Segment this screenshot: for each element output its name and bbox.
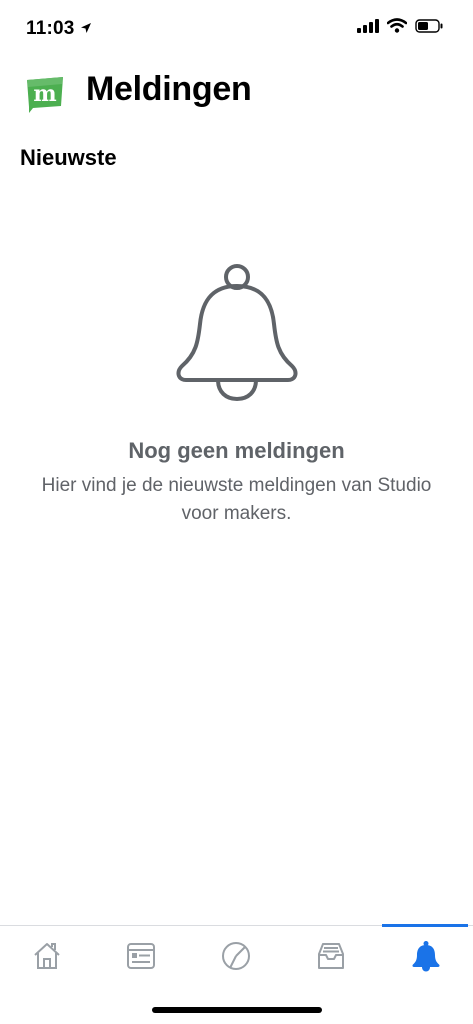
logo-letter: m [33, 81, 56, 107]
wifi-icon [386, 18, 408, 38]
empty-state-description: Hier vind je de nieuwste meldingen van S… [41, 475, 432, 524]
tab-analytics[interactable] [189, 926, 283, 986]
battery-icon [415, 18, 443, 38]
content-icon [127, 943, 155, 969]
bottom-tab-bar [0, 924, 473, 986]
tab-home[interactable] [0, 926, 94, 986]
section-title: Nieuwste [20, 145, 117, 170]
empty-state-title: Nog geen meldingen [128, 438, 345, 463]
inbox-icon [318, 943, 344, 969]
app-logo[interactable]: m [25, 74, 65, 114]
app-header: m Meldingen [0, 64, 473, 120]
status-time: 11:03 [26, 18, 92, 40]
tab-content[interactable] [94, 926, 188, 986]
status-bar: 11:03 [0, 0, 473, 56]
tab-notifications[interactable] [379, 926, 473, 986]
empty-state: Nog geen meldingen Hier vind je de nieuw… [0, 262, 473, 528]
analytics-icon [222, 942, 250, 970]
bell-illustration-icon [176, 264, 297, 402]
home-indicator[interactable] [152, 1007, 322, 1013]
status-time-text: 11:03 [26, 18, 75, 39]
page-title: Meldingen [86, 70, 252, 108]
status-icons [357, 18, 443, 38]
tab-inbox[interactable] [284, 926, 378, 986]
bell-icon [412, 941, 440, 972]
home-icon [34, 943, 60, 969]
location-arrow-icon [80, 18, 92, 39]
cellular-signal-icon [357, 18, 379, 38]
